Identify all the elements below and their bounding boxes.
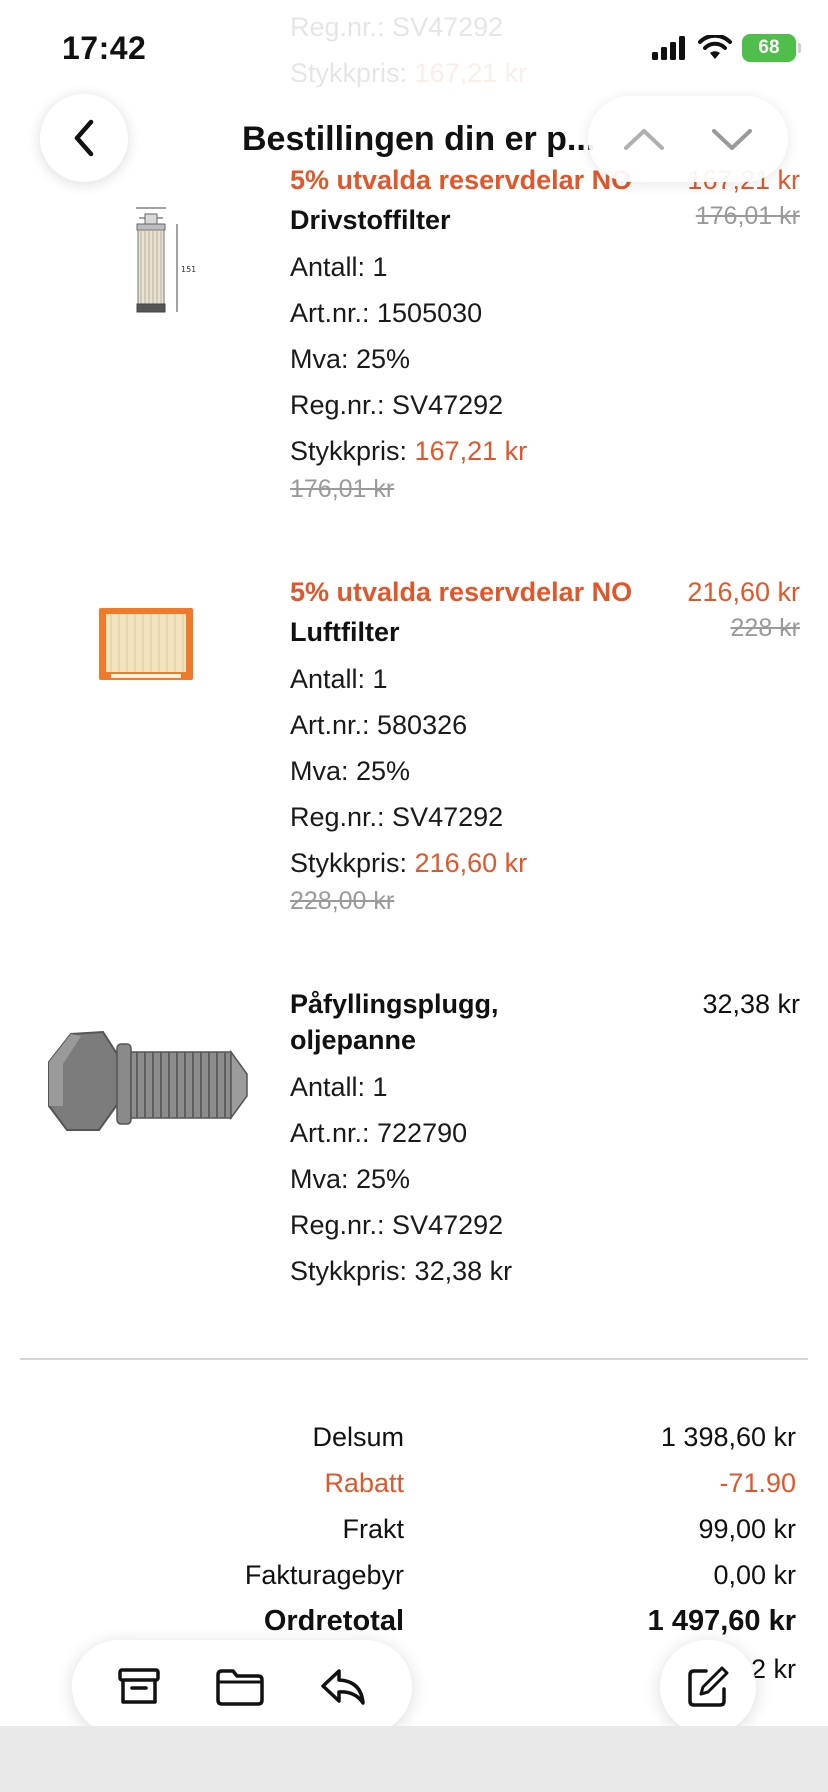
vat: Mva: 25% xyxy=(290,756,411,786)
invoice-fee-row: Fakturagebyr 0,00 kr xyxy=(0,1552,828,1598)
faded-stykkpris-value: 167,21 kr xyxy=(414,58,528,88)
subtotal-row: Delsum 1 398,60 kr xyxy=(0,1414,828,1460)
order-total-label: Ordretotal xyxy=(263,1605,404,1637)
product-info: 5% utvalda reservdelar NO Luftfilter Ant… xyxy=(290,574,670,916)
navigation-bar: Bestillingen din er p... xyxy=(0,92,828,188)
order-total-value: 1 497,60 kr xyxy=(647,1605,796,1637)
quantity: Antall: 1 xyxy=(290,1072,388,1102)
status-icons: 68 xyxy=(652,34,801,62)
unit-price-value: 167,21 kr xyxy=(414,436,528,466)
order-total-row: Ordretotal 1 497,60 kr xyxy=(0,1598,828,1646)
divider xyxy=(20,1358,808,1360)
faded-regnr: Reg.nr.: SV47292 xyxy=(290,12,504,42)
reply-icon[interactable] xyxy=(319,1667,367,1707)
unit-price: Stykkpris: 216,60 kr xyxy=(290,840,670,886)
status-time: 17:42 xyxy=(62,30,147,66)
article-number: Art.nr.: 722790 xyxy=(290,1118,468,1148)
shipping-row: Frakt 99,00 kr xyxy=(0,1506,828,1552)
product-info: Påfyllingsplugg, oljepanne Antall: 1 Art… xyxy=(290,986,670,1294)
line-price-old: 228 kr xyxy=(730,614,800,642)
subtotal-label: Delsum xyxy=(312,1422,404,1452)
chevron-left-icon xyxy=(74,119,94,157)
battery-level: 68 xyxy=(758,37,780,58)
price-column: 216,60 kr 228 kr xyxy=(687,574,800,646)
invoice-fee-value: 0,00 kr xyxy=(713,1560,796,1590)
product-name: Drivstoffilter xyxy=(290,205,451,235)
bottom-bar xyxy=(0,1726,828,1792)
unit-price-label: Stykkpris: xyxy=(290,848,408,878)
unit-price-old: 176,01 kr xyxy=(290,475,395,503)
product-name: Påfyllingsplugg, oljepanne xyxy=(290,989,499,1055)
vat-total-value: 2 kr xyxy=(750,1654,796,1684)
mail-toolbar xyxy=(72,1640,412,1734)
battery-indicator: 68 xyxy=(742,34,801,62)
faded-stykkpris-label: Stykkpris: xyxy=(290,58,408,88)
page-title: Bestillingen din er p... xyxy=(242,120,596,158)
compose-icon xyxy=(688,1666,729,1707)
unit-price-label: Stykkpris: xyxy=(290,1256,408,1286)
product-name: Luftfilter xyxy=(290,617,400,647)
discount-value: -71.90 xyxy=(719,1468,796,1498)
quantity: Antall: 1 xyxy=(290,252,388,282)
registration-number: Reg.nr.: SV47292 xyxy=(290,802,504,832)
product-info: 5% utvalda reservdelar NO Drivstoffilter… xyxy=(290,162,670,504)
back-button[interactable] xyxy=(40,94,128,182)
message-navigation xyxy=(588,96,788,182)
discount-row: Rabatt -71.90 xyxy=(0,1460,828,1506)
chevron-down-icon[interactable] xyxy=(710,124,754,154)
folder-icon[interactable] xyxy=(215,1667,265,1707)
quantity: Antall: 1 xyxy=(290,664,388,694)
product-image-air-filter xyxy=(36,584,256,704)
article-number: Art.nr.: 1505030 xyxy=(290,298,483,328)
price-column: 32,38 kr xyxy=(702,986,800,1022)
unit-price: Stykkpris: 32,38 kr xyxy=(290,1248,670,1294)
vat: Mva: 25% xyxy=(290,344,411,374)
chevron-up-icon[interactable] xyxy=(622,124,666,154)
product-image-oil-plug xyxy=(36,1002,256,1152)
article-number: Art.nr.: 580326 xyxy=(290,710,468,740)
invoice-fee-label: Fakturagebyr xyxy=(244,1560,404,1590)
line-price: 216,60 kr xyxy=(687,577,800,607)
product-image-fuel-filter: 151 xyxy=(36,200,256,320)
subtotal-value: 1 398,60 kr xyxy=(660,1422,796,1452)
unit-price: Stykkpris: 167,21 kr xyxy=(290,428,670,474)
promo-label: 5% utvalda reservdelar NO xyxy=(290,577,633,607)
line-price: 32,38 kr xyxy=(702,989,800,1019)
line-price-old: 176,01 kr xyxy=(695,202,800,230)
unit-price-value: 216,60 kr xyxy=(414,848,528,878)
unit-price-label: Stykkpris: xyxy=(290,436,408,466)
unit-price-old: 228,00 kr xyxy=(290,887,395,915)
unit-price-value: 32,38 kr xyxy=(414,1256,513,1286)
shipping-label: Frakt xyxy=(342,1514,404,1544)
compose-button[interactable] xyxy=(660,1640,756,1734)
archive-icon[interactable] xyxy=(117,1667,161,1707)
svg-text:151: 151 xyxy=(181,265,196,274)
shipping-value: 99,00 kr xyxy=(698,1514,796,1544)
vat: Mva: 25% xyxy=(290,1164,411,1194)
faded-stykkpris: Stykkpris: 167,21 kr xyxy=(290,58,527,89)
discount-label: Rabatt xyxy=(324,1468,404,1498)
registration-number: Reg.nr.: SV47292 xyxy=(290,390,504,420)
registration-number: Reg.nr.: SV47292 xyxy=(290,1210,504,1240)
signal-icon xyxy=(652,36,685,60)
wifi-icon xyxy=(698,35,732,59)
